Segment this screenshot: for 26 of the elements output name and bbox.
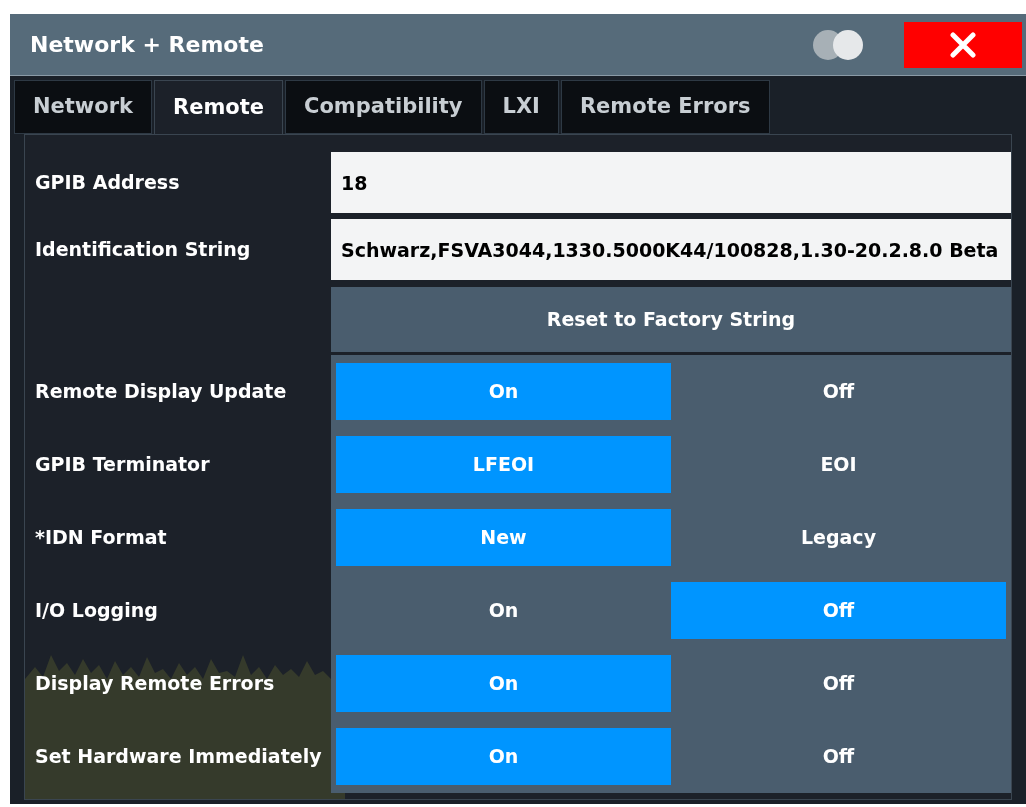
toggle-icon[interactable] bbox=[812, 28, 864, 61]
toggle-option[interactable]: Off bbox=[671, 363, 1006, 420]
close-icon bbox=[950, 31, 976, 58]
setting-label: I/O Logging bbox=[34, 598, 159, 624]
toggle-option[interactable]: EOI bbox=[671, 436, 1006, 493]
setting-label: *IDN Format bbox=[34, 525, 168, 551]
tab[interactable]: Compatibility bbox=[285, 80, 482, 134]
reset-button[interactable]: Reset to Factory String bbox=[331, 286, 1011, 352]
setting-label: GPIB Terminator bbox=[34, 452, 211, 478]
input-field[interactable]: Schwarz,FSVA3044,1330.5000K44/100828,1.30-20.2.8.0 Beta bbox=[331, 219, 1011, 280]
tab[interactable]: Remote bbox=[154, 80, 284, 134]
setting-label: Identification String bbox=[34, 237, 252, 263]
toggle-option[interactable]: On bbox=[336, 582, 671, 639]
toggle-option[interactable]: Off bbox=[671, 655, 1006, 712]
setting-label: GPIB Address bbox=[34, 170, 181, 196]
toggle-option[interactable]: Off bbox=[671, 728, 1006, 785]
input-field[interactable]: 18 bbox=[331, 152, 1011, 213]
close-button[interactable] bbox=[904, 21, 1022, 68]
setting-label: Display Remote Errors bbox=[34, 671, 276, 697]
tab[interactable]: Network bbox=[14, 80, 152, 134]
tab[interactable]: Remote Errors bbox=[560, 80, 770, 134]
setting-label: Remote Display Update bbox=[34, 379, 288, 405]
window-title: Network + Remote bbox=[30, 31, 265, 59]
toggle-option[interactable]: Legacy bbox=[671, 509, 1006, 566]
setting-label: Set Hardware Immediately bbox=[34, 744, 323, 770]
tab[interactable]: LXI bbox=[483, 80, 559, 134]
